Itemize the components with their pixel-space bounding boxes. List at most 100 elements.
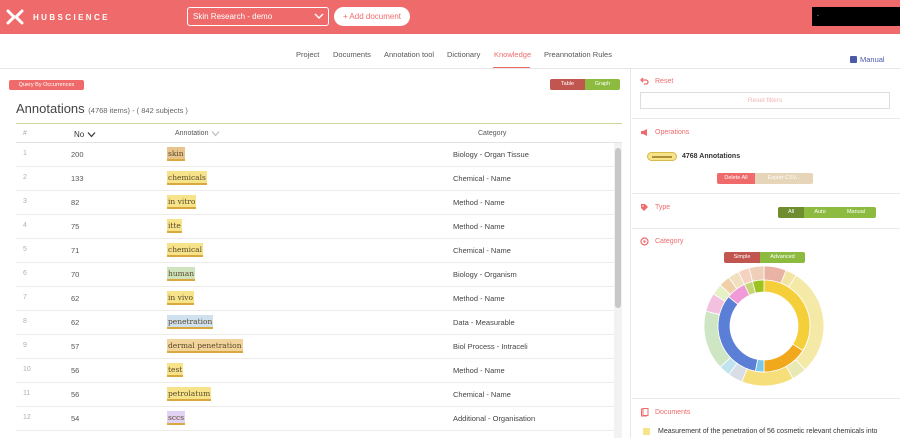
category-section-header: Category [640, 237, 683, 246]
type-section-header: Type [640, 203, 670, 212]
annotation-tag-icon [647, 152, 677, 161]
user-menu[interactable]: . [812, 7, 900, 26]
annotations-count: 4768 Annotations [647, 152, 740, 161]
row-category: Biology - Organism [453, 270, 517, 279]
row-count: 82 [71, 198, 80, 207]
row-index: 6 [23, 270, 27, 277]
table-scrollbar-thumb[interactable] [615, 148, 621, 308]
category-advanced-button[interactable]: Advanced [760, 252, 805, 263]
table-row[interactable]: 10 56 test Method - Name [16, 359, 616, 383]
row-category: Biology - Organ Tissue [453, 150, 529, 159]
row-index: 3 [23, 198, 27, 205]
row-index: 8 [23, 318, 27, 325]
category-mode-toggle: Simple Advanced [724, 252, 805, 263]
row-count: 62 [71, 294, 80, 303]
reset-title: Reset [655, 78, 674, 85]
type-all-button[interactable]: All [778, 207, 804, 218]
table-view-button[interactable]: Table [550, 79, 585, 90]
documents-section-header: Documents [640, 408, 690, 417]
annotation-chip[interactable]: chemicals [167, 171, 207, 185]
row-category: Chemical - Name [453, 174, 511, 183]
query-by-occurrences-button[interactable]: Query By Occurrences [9, 80, 84, 90]
table-row[interactable]: 3 82 in vitro Method - Name [16, 191, 616, 215]
row-category: Method - Name [453, 198, 505, 207]
row-count: 57 [71, 342, 80, 351]
annotation-chip[interactable]: in vivo [167, 291, 195, 305]
manual-link[interactable]: Manual [850, 55, 885, 64]
annotation-chip[interactable]: test [167, 363, 184, 377]
annotation-chip[interactable]: in vitro [167, 195, 197, 209]
annotations-title: Annotations [16, 101, 85, 116]
sort-desc-icon[interactable] [87, 131, 96, 138]
document-list-item[interactable]: Measurement of the penetration of 56 cos… [643, 428, 877, 435]
table-row[interactable]: 12 54 sccs Additional - Organisation [16, 407, 616, 431]
nav-documents[interactable]: Documents [333, 50, 371, 59]
annotations-count-label: 4768 Annotations [682, 153, 741, 160]
section-divider [632, 118, 900, 119]
row-count: 56 [71, 366, 80, 375]
annotation-chip[interactable]: penetration [167, 315, 214, 329]
table-row[interactable]: 8 62 penetration Data - Measurable [16, 311, 616, 335]
column-header-annotation-label: Annotation [175, 130, 209, 137]
project-select[interactable]: Skin Research - demo [187, 7, 329, 26]
table-row[interactable]: 9 57 dermal penetration Biol Process - Intr… [16, 335, 616, 359]
annotation-chip[interactable]: human [167, 267, 196, 281]
column-header-category[interactable]: Category [478, 130, 506, 137]
row-count: 70 [71, 270, 80, 279]
annotation-chip[interactable]: sccs [167, 411, 186, 425]
graph-view-button[interactable]: Graph [585, 79, 620, 90]
hubscience-logo-icon [6, 9, 24, 25]
category-simple-button[interactable]: Simple [724, 252, 760, 263]
table-row[interactable]: 2 133 chemicals Chemical - Name [16, 167, 616, 191]
table-row[interactable]: 11 56 petrolatum Chemical - Name [16, 383, 616, 407]
type-manual-button[interactable]: Manual [836, 207, 876, 218]
page-title: Annotations (4768 items) - ( 842 subject… [16, 101, 188, 116]
table-row[interactable]: 6 70 human Biology - Organism [16, 263, 616, 287]
megaphone-icon [641, 129, 647, 136]
project-select-value: Skin Research - demo [193, 12, 273, 21]
table-row[interactable]: 5 71 chemical Chemical - Name [16, 239, 616, 263]
row-count: 75 [71, 222, 80, 231]
annotations-subtitle: (4768 items) - ( 842 subjects ) [88, 106, 188, 115]
chevron-down-icon [314, 13, 324, 19]
column-header-annotation[interactable]: Annotation [175, 130, 220, 137]
add-document-button[interactable]: + Add document [334, 7, 410, 26]
top-bar: HUBSCIENCE Skin Research - demo + Add do… [0, 0, 900, 34]
table-row[interactable]: 1 200 skin Biology - Organ Tissue [16, 143, 616, 167]
nav-dictionary[interactable]: Dictionary [447, 50, 480, 59]
table-row[interactable]: 7 62 in vivo Method - Name [16, 287, 616, 311]
panel-divider [630, 69, 631, 438]
sort-icon[interactable] [211, 130, 220, 137]
export-csv-button[interactable]: Export CSV... [755, 173, 813, 184]
row-index: 1 [23, 150, 27, 157]
nav-annotation-tool[interactable]: Annotation tool [384, 50, 434, 59]
section-divider [632, 398, 900, 399]
annotation-chip[interactable]: petrolatum [167, 387, 212, 401]
annotation-chip[interactable]: chemical [167, 243, 204, 257]
nav-project[interactable]: Project [296, 50, 319, 59]
row-index: 11 [23, 390, 31, 397]
row-category: Method - Name [453, 222, 505, 231]
type-auto-button[interactable]: Auto [804, 207, 836, 218]
annotation-chip[interactable]: itte [167, 219, 182, 233]
nav-knowledge[interactable]: Knowledge [494, 50, 531, 59]
nav-divider [0, 68, 900, 69]
table-row[interactable]: 4 75 itte Method - Name [16, 215, 616, 239]
brand-name: HUBSCIENCE [33, 12, 110, 22]
section-divider [632, 193, 900, 194]
document-color-marker [643, 428, 650, 435]
nav-preannotation-rules[interactable]: Preannotation Rules [544, 50, 612, 59]
document-title: Measurement of the penetration of 56 cos… [658, 428, 878, 435]
delete-all-button[interactable]: Delete All [717, 173, 755, 184]
row-index: 7 [23, 294, 27, 301]
category-sunburst-chart[interactable] [702, 264, 826, 388]
reset-filters-button[interactable]: Reset filters [640, 92, 890, 109]
annotation-chip[interactable]: skin [167, 147, 185, 161]
row-category: Method - Name [453, 366, 505, 375]
view-toggle: Table Graph [550, 79, 620, 90]
logo[interactable]: HUBSCIENCE [6, 8, 110, 26]
column-header-no[interactable]: No [74, 130, 96, 139]
table-top-border [16, 123, 622, 124]
row-count: 200 [71, 150, 84, 159]
annotation-chip[interactable]: dermal penetration [167, 339, 243, 353]
